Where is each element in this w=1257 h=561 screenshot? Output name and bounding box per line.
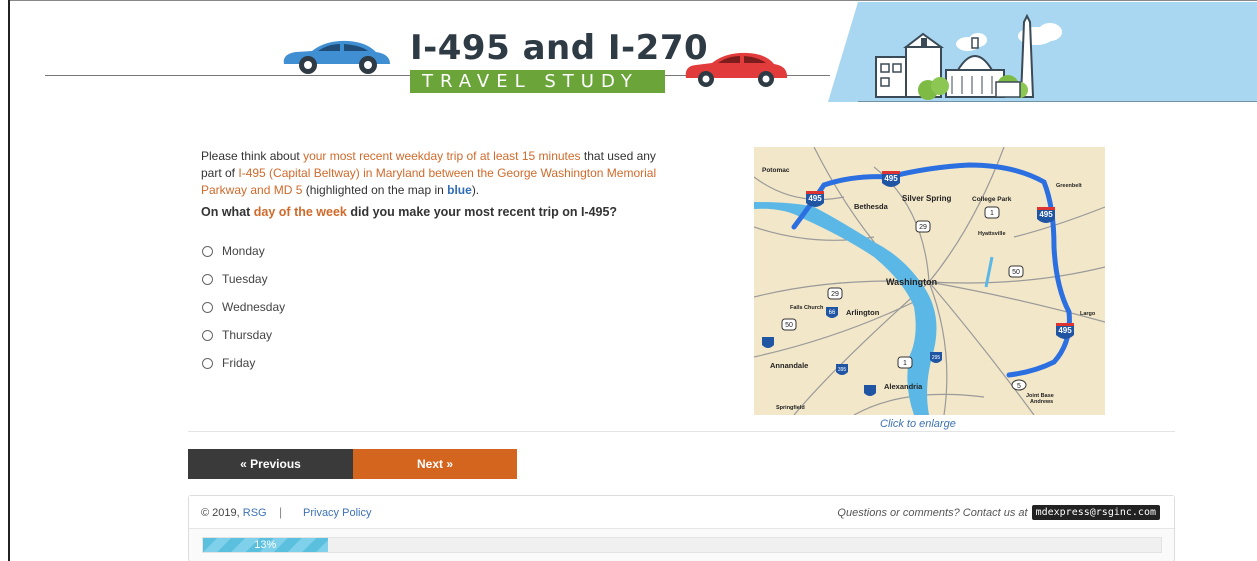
red-car-icon [685, 52, 788, 87]
contact-text: Questions or comments? Contact us at [837, 506, 1028, 519]
privacy-policy-link[interactable]: Privacy Policy [303, 507, 371, 519]
map-label-largo: Largo [1080, 311, 1096, 317]
banner-title: I-495 and I-270 [410, 28, 709, 68]
intro-text: ). [471, 183, 480, 197]
footer-bar: © 2019, RSG | Privacy Policy Questions o… [189, 496, 1174, 529]
intro-highlight-trip: your most recent weekday trip of at leas… [303, 149, 581, 163]
option-wednesday[interactable]: Wednesday [202, 293, 285, 321]
previous-button[interactable]: « Previous [188, 449, 353, 479]
option-tuesday[interactable]: Tuesday [202, 265, 285, 293]
map-label-springfield: Springfield [776, 405, 805, 411]
radio-button[interactable] [202, 301, 213, 313]
skyline-illustration [828, 2, 1257, 102]
progress-fill: 13% [203, 538, 328, 552]
question-intro: Please think about your most recent week… [201, 148, 676, 199]
option-friday[interactable]: Friday [202, 349, 285, 377]
next-button[interactable]: Next » [353, 449, 517, 479]
i395-shield-label: 395 [838, 367, 847, 373]
md5-shield-label: 5 [1017, 383, 1021, 390]
map-label-washington: Washington [886, 277, 937, 287]
i495-shield-label: 495 [1039, 210, 1053, 219]
option-label: Thursday [222, 328, 273, 342]
map-label-arlington: Arlington [846, 308, 880, 317]
question-text: On what [201, 205, 254, 219]
radio-button[interactable] [202, 329, 213, 341]
map-label-silver-spring: Silver Spring [902, 194, 951, 203]
radio-button[interactable] [202, 357, 213, 369]
progress-bar: 13% [202, 537, 1162, 553]
option-thursday[interactable]: Thursday [202, 321, 285, 349]
option-label: Friday [222, 356, 256, 370]
us1-shield-label: 1 [990, 210, 994, 217]
intro-highlight-blue: blue [447, 183, 472, 197]
map-label-hyattsville: Hyattsville [978, 231, 1006, 237]
question-prompt: On what day of the week did you make you… [201, 205, 617, 219]
header-banner: I-495 and I-270 TRAVEL STUDY [0, 0, 1257, 105]
map-enlarge-link[interactable]: Click to enlarge [880, 418, 956, 430]
i495-shield-label: 495 [808, 194, 822, 203]
i295-shield-label: 295 [932, 355, 941, 361]
question-highlight: day of the week [253, 205, 347, 219]
day-options: Monday Tuesday Wednesday Thursday Friday [202, 237, 285, 377]
i495-shield-label: 495 [1058, 326, 1072, 335]
map-label-college-park: College Park [972, 196, 1012, 203]
map-label-alexandria: Alexandria [884, 382, 923, 391]
contact-info: Questions or comments? Contact us at mdex… [837, 505, 1160, 520]
beltway-map[interactable]: 495 495 495 495 395 295 66 29 29 1 1 50 … [754, 147, 1105, 415]
section-divider [188, 431, 1175, 432]
map-label-falls-church: Falls Church [790, 305, 824, 311]
option-label: Wednesday [222, 300, 286, 314]
intro-text: (highlighted on the map in [302, 183, 448, 197]
rsg-link[interactable]: RSG [243, 507, 267, 519]
intro-text: Please think about [201, 149, 304, 163]
us29-shield-label: 29 [831, 291, 839, 298]
contact-email[interactable]: mdexpress@rsginc.com [1031, 505, 1160, 520]
copyright-text: © 2019, [201, 507, 243, 519]
map-label-annandale: Annandale [770, 361, 808, 370]
map-label-potomac: Potomac [762, 167, 790, 174]
i495-shield-label: 495 [884, 174, 898, 183]
footer-separator: | [279, 505, 283, 519]
option-label: Monday [222, 244, 265, 258]
blue-car-icon [283, 40, 390, 74]
radio-button[interactable] [202, 273, 213, 285]
option-label: Tuesday [222, 272, 268, 286]
page-footer: © 2019, RSG | Privacy Policy Questions o… [188, 495, 1175, 561]
i66-shield-label: 66 [829, 310, 836, 316]
us50-shield-label: 50 [1012, 269, 1020, 276]
copyright: © 2019, RSG [201, 507, 267, 519]
question-text: did you make your most recent trip on I-… [346, 205, 618, 219]
banner-subtitle: TRAVEL STUDY [410, 70, 665, 93]
map-label-bethesda: Bethesda [854, 202, 889, 211]
option-monday[interactable]: Monday [202, 237, 285, 265]
map-illustration: 495 495 495 495 395 295 66 29 29 1 1 50 … [754, 147, 1105, 415]
map-label-greenbelt: Greenbelt [1056, 183, 1082, 189]
us1-shield-label: 1 [903, 360, 907, 367]
us29-shield-label: 29 [919, 224, 927, 231]
radio-button[interactable] [202, 245, 213, 257]
map-label-andrews: Andrews [1030, 399, 1053, 405]
us50-shield-label: 50 [785, 322, 793, 329]
